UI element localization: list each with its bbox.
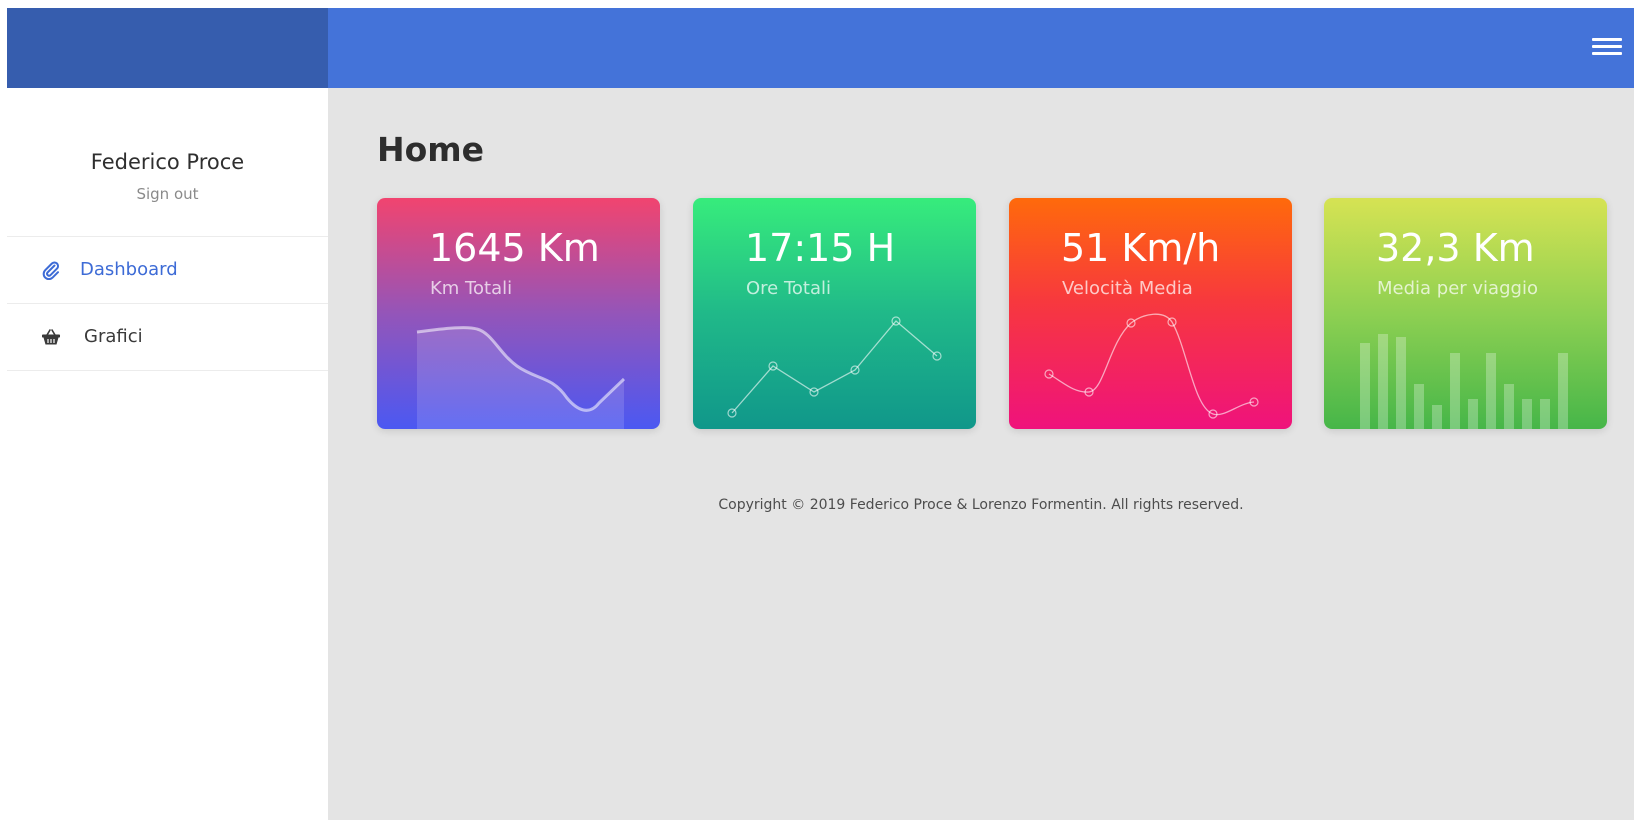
card-label: Velocità Media [1062,278,1193,299]
stat-card-media-per-viaggio[interactable]: 32,3 Km Media per viaggio [1324,198,1607,429]
main-content: Home 1645 Km Km Totali 17:15 H Ore Total… [328,88,1634,820]
divider [7,370,328,371]
header-bar [328,8,1634,88]
card-value: 17:15 H [745,226,896,270]
card-label: Km Totali [430,278,513,299]
card-value: 51 Km/h [1061,226,1221,270]
sidebar: Federico Proce Sign out Dashboard Grafic… [7,88,328,820]
paperclip-icon [42,261,60,280]
sidebar-item-label: Grafici [84,326,143,347]
card-label: Ore Totali [746,278,832,299]
hamburger-icon[interactable] [1592,36,1622,58]
sign-out-link[interactable]: Sign out [7,185,328,203]
basket-icon [42,329,60,345]
card-value: 1645 Km [429,226,600,270]
page-title: Home [377,130,485,169]
sidebar-item-dashboard[interactable]: Dashboard [7,237,328,303]
stat-card-km-totali[interactable]: 1645 Km Km Totali [377,198,660,429]
header-brand-area [7,8,328,88]
stat-card-ore-totali[interactable]: 17:15 H Ore Totali [693,198,976,429]
card-label: Media per viaggio [1377,278,1538,299]
sidebar-item-grafici[interactable]: Grafici [7,304,328,370]
user-name: Federico Proce [90,150,245,174]
app-frame: Federico Proce Sign out Dashboard Grafic… [7,8,1634,820]
card-value: 32,3 Km [1376,226,1535,270]
stat-card-velocita-media[interactable]: 51 Km/h Velocità Media [1009,198,1292,429]
copyright-footer: Copyright © 2019 Federico Proce & Lorenz… [718,497,1244,513]
sidebar-item-label: Dashboard [80,259,178,280]
